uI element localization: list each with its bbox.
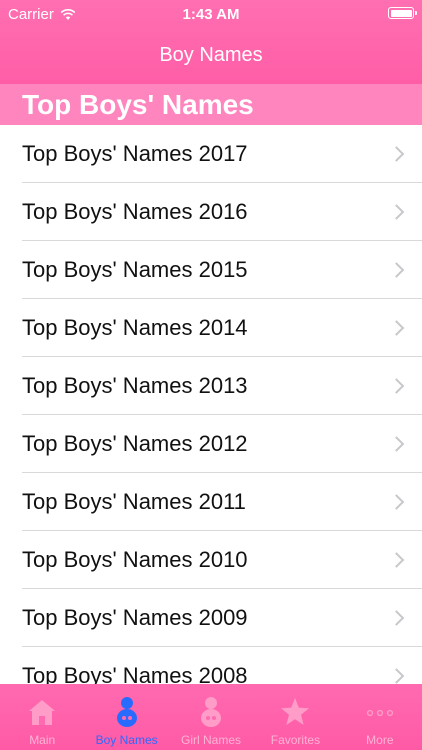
tab-favorites[interactable]: Favorites: [253, 684, 337, 750]
battery-icon: [388, 7, 417, 19]
list-item-label: Top Boys' Names 2012: [22, 431, 248, 456]
navigation-bar: Carrier 1:43 AM Boy Names: [0, 0, 422, 84]
tab-label: Favorites: [270, 733, 321, 747]
chevron-right-icon: [388, 552, 405, 568]
list-item[interactable]: Top Boys' Names 2010: [0, 531, 422, 589]
list-item[interactable]: Top Boys' Names 2013: [0, 357, 422, 415]
list-item-label: Top Boys' Names 2015: [22, 257, 248, 282]
list-item[interactable]: Top Boys' Names 2016: [0, 183, 422, 241]
list-item-label: Top Boys' Names 2011: [22, 489, 246, 514]
more-icon: [366, 709, 393, 717]
status-bar: Carrier 1:43 AM: [0, 0, 422, 30]
chevron-right-icon: [388, 610, 405, 626]
tab-label: Girl Names: [181, 733, 242, 747]
star-icon: [281, 698, 310, 725]
list-item-label: Top Boys' Names 2009: [22, 605, 248, 630]
list-item-label: Top Boys' Names 2014: [22, 315, 248, 340]
page-title: Boy Names: [159, 44, 263, 66]
chevron-right-icon: [388, 378, 405, 394]
list-item-label: Top Boys' Names 2010: [22, 547, 248, 572]
tab-girl-names[interactable]: Girl Names: [169, 684, 253, 750]
chevron-right-icon: [388, 436, 405, 452]
list-item[interactable]: Top Boys' Names 2014: [0, 299, 422, 357]
chevron-right-icon: [388, 146, 405, 162]
baby-girl-icon: [201, 697, 222, 727]
baby-boy-icon: [116, 697, 137, 727]
list-item-label: Top Boys' Names 2013: [22, 373, 248, 398]
list-item-label: Top Boys' Names 2016: [22, 199, 248, 224]
list-item[interactable]: Top Boys' Names 2009: [0, 589, 422, 647]
tab-more[interactable]: More: [338, 684, 422, 750]
chevron-right-icon: [388, 668, 405, 684]
list-item[interactable]: Top Boys' Names 2015: [0, 241, 422, 299]
chevron-right-icon: [388, 320, 405, 336]
list-item[interactable]: Top Boys' Names 2011: [0, 473, 422, 531]
tab-label: Boy Names: [95, 733, 158, 747]
house-icon: [29, 700, 56, 725]
list-item[interactable]: Top Boys' Names 2012: [0, 415, 422, 473]
chevron-right-icon: [388, 262, 405, 278]
status-time: 1:43 AM: [182, 6, 240, 23]
status-right: [388, 7, 417, 19]
list-item-label: Top Boys' Names 2017: [22, 141, 248, 166]
tab-main[interactable]: Main: [0, 684, 84, 750]
tab-label: More: [366, 733, 394, 747]
tab-label: Main: [29, 733, 56, 747]
chevron-right-icon: [388, 204, 405, 220]
chevron-right-icon: [388, 494, 405, 510]
section-header: Top Boys' Names: [0, 84, 422, 125]
list-item[interactable]: Top Boys' Names 2017: [0, 125, 422, 183]
tab-boy-names[interactable]: Boy Names: [84, 684, 168, 750]
tab-bar: Main Boy Names Girl Names Favorites More: [0, 684, 422, 750]
names-list: Top Boys' Names 2017 Top Boys' Names 201…: [0, 125, 422, 705]
